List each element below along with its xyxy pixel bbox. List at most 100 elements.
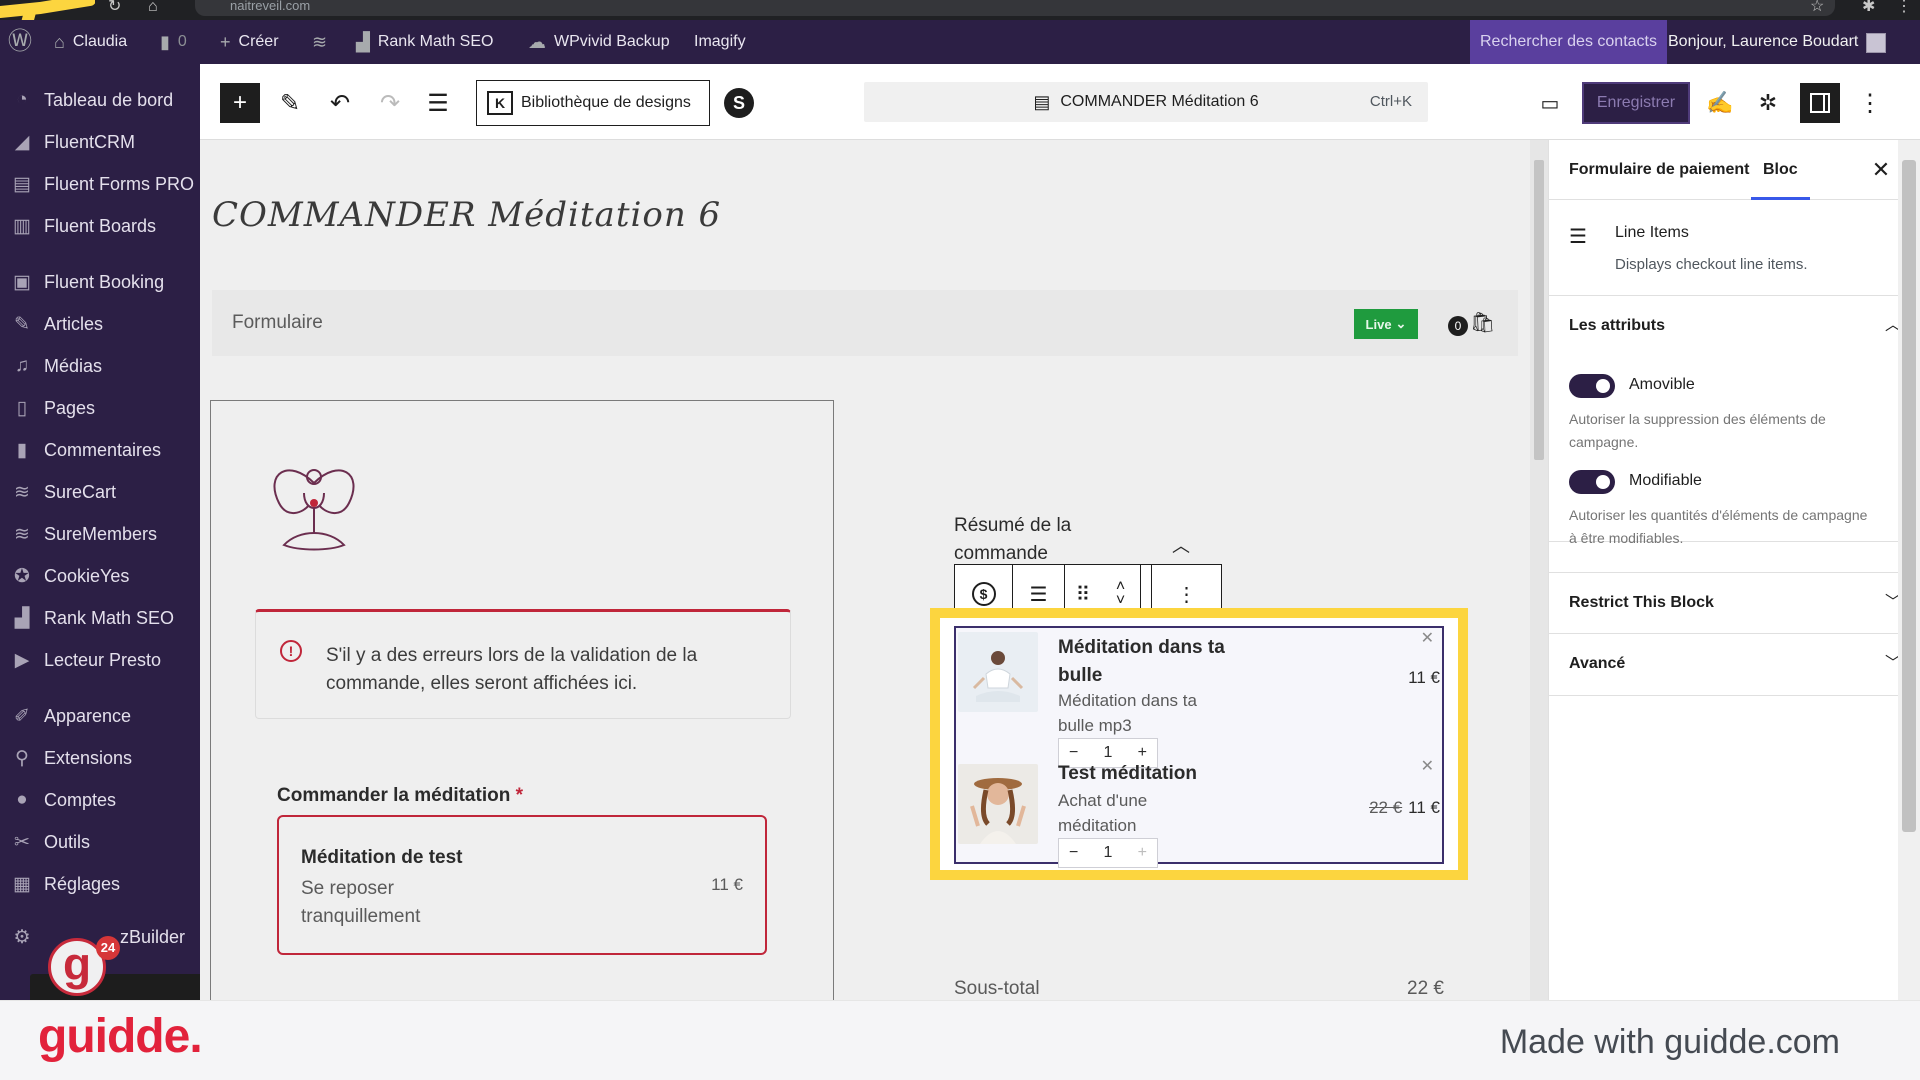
advanced-header[interactable]: Avancé	[1569, 634, 1625, 694]
close-icon[interactable]: ✕	[1865, 154, 1897, 186]
notification-badge: 24	[96, 936, 120, 960]
browser-menu-icon[interactable]: ⋮	[1896, 0, 1912, 15]
sidebar-item-appearance[interactable]: ✐ Apparence	[0, 696, 200, 736]
quantity-value[interactable]: 1	[1104, 844, 1113, 862]
sidebar-item-pages[interactable]: ▯ Pages	[0, 388, 200, 428]
sidebar-item-medias[interactable]: ♫ Médias	[0, 346, 200, 386]
removable-help: Autoriser la suppression des éléments de…	[1569, 411, 1826, 450]
sidebar-item-accounts[interactable]: ● Comptes	[0, 780, 200, 820]
pin-icon: ✎	[14, 313, 30, 335]
editable-toggle[interactable]	[1569, 470, 1615, 494]
sidebar-item-fluentcrm[interactable]: ◢ FluentCRM	[0, 122, 200, 162]
sidebar-panel-icon	[1810, 93, 1830, 113]
plus-icon[interactable]: +	[1138, 844, 1147, 862]
redo-button[interactable]: ↷	[370, 83, 410, 123]
live-mode-toggle[interactable]: Live ⌄	[1354, 309, 1418, 339]
edit-tool-button[interactable]: ✎	[270, 83, 310, 123]
remove-item-icon[interactable]: ✕	[1421, 756, 1434, 776]
canvas-scrollbar-thumb[interactable]	[1534, 160, 1544, 460]
options-menu-icon[interactable]: ⋮	[1850, 83, 1890, 123]
remove-item-icon[interactable]: ✕	[1421, 628, 1434, 648]
comments-link[interactable]: ▮ 0	[160, 20, 187, 64]
account-greeting[interactable]: Bonjour, Laurence Boudart	[1668, 20, 1858, 64]
removable-toggle[interactable]	[1569, 374, 1615, 398]
site-name-link[interactable]: ⌂ Claudia	[54, 20, 127, 64]
sidebar-item-label: Commentaires	[44, 439, 162, 460]
page-title[interactable]: COMMANDER Méditation 6	[212, 195, 721, 235]
extensions-icon[interactable]: ✱	[1862, 0, 1875, 15]
tab-payment-form[interactable]: Formulaire de paiement	[1569, 140, 1750, 200]
minus-icon[interactable]: −	[1069, 844, 1078, 862]
sidebar-item-extensions[interactable]: ⚲ Extensions	[0, 738, 200, 778]
sidebar-item-label: SureMembers	[44, 523, 158, 544]
chevron-down-icon[interactable]: ˅	[1116, 593, 1125, 609]
avatar[interactable]	[1866, 33, 1886, 53]
tab-block[interactable]: Bloc	[1751, 140, 1810, 200]
create-link[interactable]: + Créer	[220, 20, 279, 64]
design-library-button[interactable]: K Bibliothèque de designs	[476, 80, 710, 126]
product-choice-card[interactable]: Méditation de test Se reposer tranquille…	[277, 815, 767, 955]
error-message: S'il y a des erreurs lors de la validati…	[326, 645, 698, 694]
home-icon: ⌂	[54, 32, 65, 52]
canvas-scrollbar[interactable]	[1530, 140, 1548, 1000]
add-block-button[interactable]: +	[220, 83, 260, 123]
preview-edit-icon[interactable]: ✍	[1700, 83, 1740, 123]
sidebar-item-label: Articles	[44, 313, 104, 334]
rankmath-link[interactable]: ▟ Rank Math SEO	[356, 20, 493, 64]
sidebar-item-articles[interactable]: ✎ Articles	[0, 304, 200, 344]
reload-icon[interactable]: ↻	[108, 0, 121, 15]
star-icon[interactable]: ☆	[1810, 0, 1824, 15]
sidebar-item-cookieyes[interactable]: ✪ CookieYes	[0, 556, 200, 596]
surecart-adminbar-icon[interactable]: ≋	[312, 20, 327, 64]
order-summary-title[interactable]: Résumé de la commande	[954, 512, 1124, 568]
sidebar-item-label: CookieYes	[44, 565, 130, 586]
comment-icon: ▮	[16, 439, 28, 461]
quantity-stepper[interactable]: − 1 +	[1058, 838, 1158, 868]
address-bar[interactable]: naitreveil.com	[195, 0, 1835, 16]
save-button[interactable]: Enregistrer	[1582, 82, 1690, 124]
checkout-form-column: ! S'il y a des erreurs lors de la valida…	[210, 400, 834, 1000]
spectra-logo-icon[interactable]: S	[724, 88, 754, 118]
kadence-icon[interactable]: ✲	[1748, 83, 1788, 123]
attributes-header[interactable]: Les attributs	[1569, 296, 1665, 356]
command-palette-button[interactable]: ▤ COMMANDER Méditation 6 Ctrl+K	[864, 82, 1428, 122]
sidebar-item-fluent-boards[interactable]: ▥ Fluent Boards	[0, 206, 200, 246]
chevron-up-icon[interactable]: ︿	[1172, 532, 1190, 558]
sidebar-item-label: zBuilder	[120, 926, 186, 947]
cart-icon[interactable]: 🛍	[1470, 310, 1495, 335]
line-items-block[interactable]: Méditation dans ta bulle Méditation dans…	[954, 626, 1444, 868]
undo-button[interactable]: ↶	[320, 83, 360, 123]
sidebar-item-lecteur-presto[interactable]: ▶ Lecteur Presto	[0, 640, 200, 680]
design-library-icon: K	[487, 91, 513, 115]
sidebar-item-surecart[interactable]: ≋ SureCart	[0, 472, 200, 512]
wordpress-logo-icon[interactable]: Ⓦ	[8, 20, 32, 64]
restrict-header[interactable]: Restrict This Block	[1569, 573, 1714, 633]
line-item-current-price: 11 €	[1408, 668, 1440, 687]
product-thumbnail	[958, 764, 1038, 844]
sidebar-item-tools[interactable]: ✂ Outils	[0, 822, 200, 862]
sidebar-item-rankmath[interactable]: ▟ Rank Math SEO	[0, 598, 200, 638]
sidebar-item-fluent-forms[interactable]: ▤ Fluent Forms PRO	[0, 164, 200, 204]
document-icon: ▤	[1033, 91, 1051, 112]
sidebar-item-label: Extensions	[44, 747, 133, 768]
meditation-logo-icon	[273, 469, 355, 551]
wpvivid-link[interactable]: ☁ WPvivid Backup	[528, 20, 670, 64]
product-thumbnail	[958, 632, 1038, 712]
panel-scrollbar[interactable]	[1898, 140, 1920, 1000]
user-icon: ●	[16, 789, 28, 810]
advanced-section[interactable]: Avancé ﹀	[1549, 634, 1920, 696]
sidebar-item-suremembers[interactable]: ≋ SureMembers	[0, 514, 200, 554]
imagify-link[interactable]: Imagify	[694, 20, 746, 64]
home-icon[interactable]: ⌂	[148, 0, 158, 15]
restrict-section[interactable]: Restrict This Block ﹀	[1549, 572, 1920, 634]
sidebar-item-settings[interactable]: ▦ Réglages	[0, 864, 200, 904]
search-contacts-button[interactable]: Rechercher des contacts	[1470, 20, 1667, 64]
sidebar-item-comments[interactable]: ▮ Commentaires	[0, 430, 200, 470]
sidebar-item-fluent-booking[interactable]: ▣ Fluent Booking	[0, 262, 200, 302]
list-view-button[interactable]: ☰	[418, 83, 458, 123]
device-preview-icon[interactable]: ▭	[1530, 83, 1570, 123]
sidebar-item-dashboard[interactable]: ◔ Tableau de bord	[0, 80, 200, 120]
settings-panel-toggle[interactable]	[1800, 83, 1840, 123]
sidebar-item-label: FluentCRM	[44, 131, 136, 152]
panel-scrollbar-thumb[interactable]	[1902, 160, 1916, 832]
